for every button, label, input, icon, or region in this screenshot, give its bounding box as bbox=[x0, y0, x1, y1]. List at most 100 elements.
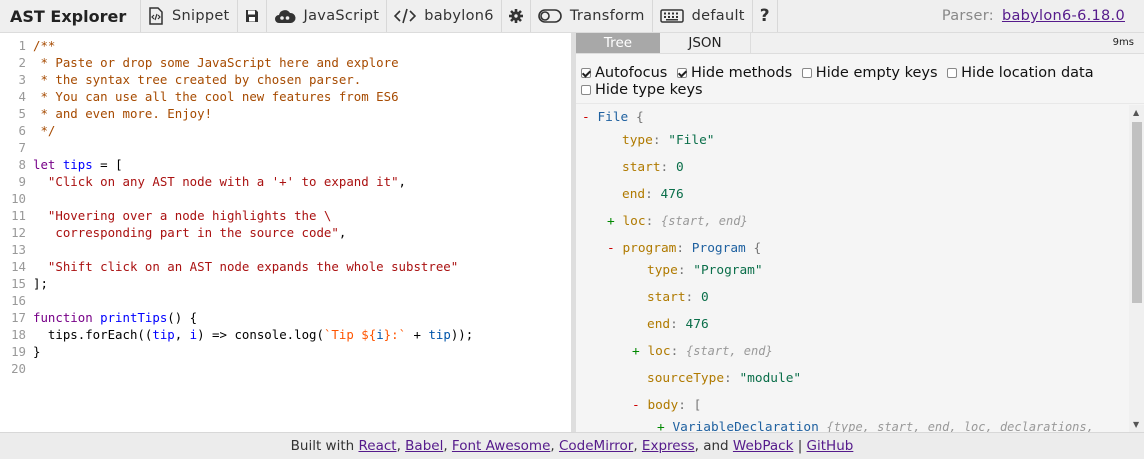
code-token: "Click on any AST node with a '+' to exp… bbox=[47, 174, 399, 189]
code-token: * Paste or drop some JavaScript here and… bbox=[33, 55, 399, 70]
tree-node[interactable]: + loc: {start, end} bbox=[607, 213, 748, 230]
checkbox[interactable] bbox=[581, 68, 591, 78]
collapse-icon[interactable]: - bbox=[632, 398, 640, 413]
footer-link-codemirror[interactable]: CodeMirror bbox=[559, 438, 633, 454]
tree-node[interactable]: sourceType: "module" bbox=[647, 370, 801, 387]
scroll-up-arrow-icon[interactable]: ▲ bbox=[1133, 108, 1139, 117]
code-line[interactable]: 6 */ bbox=[0, 122, 56, 139]
code-editor[interactable]: 1/** 2 * Paste or drop some JavaScript he… bbox=[0, 33, 571, 432]
tree-token: {type, start, end, loc, declarations, bbox=[826, 420, 1102, 432]
snippet-button[interactable]: Snippet bbox=[141, 0, 238, 32]
footer-link-express[interactable]: Express bbox=[642, 438, 695, 454]
scroll-thumb[interactable] bbox=[1132, 122, 1142, 303]
tree-node[interactable]: end: 476 bbox=[647, 316, 709, 333]
code-line[interactable]: 5 * and even more. Enjoy! bbox=[0, 105, 213, 122]
tab-json[interactable]: JSON bbox=[660, 33, 751, 53]
parse-time: 9ms bbox=[1112, 37, 1134, 48]
option-autofocus[interactable]: Autofocus bbox=[576, 65, 667, 81]
tree-node[interactable]: + VariableDeclaration {type, start, end,… bbox=[657, 419, 1101, 432]
tree-token: start bbox=[647, 290, 686, 305]
tree-node[interactable]: type: "Program" bbox=[647, 262, 763, 279]
option-label: Hide location data bbox=[961, 65, 1094, 81]
tree-node[interactable]: start: 0 bbox=[622, 159, 684, 176]
code-line[interactable]: 19} bbox=[0, 343, 40, 360]
code-line[interactable]: 9 "Click on any AST node with a '+' to e… bbox=[0, 173, 406, 190]
app-title: AST Explorer bbox=[0, 0, 141, 32]
line-number: 8 bbox=[18, 157, 26, 172]
collapse-icon[interactable]: - bbox=[582, 110, 590, 125]
code-line[interactable]: 11 "Hovering over a node highlights the … bbox=[0, 207, 331, 224]
language-button[interactable]: JavaScript bbox=[267, 0, 388, 32]
code-line[interactable]: 8 let tips = [ bbox=[0, 156, 123, 173]
checkbox[interactable] bbox=[947, 68, 958, 78]
keyboard-icon bbox=[659, 9, 684, 23]
collapse-icon[interactable]: - bbox=[607, 241, 615, 256]
tab-tree[interactable]: Tree bbox=[576, 33, 660, 53]
code-token: let bbox=[33, 157, 63, 172]
tree-token: {start, end} bbox=[685, 344, 773, 358]
footer-link-github[interactable]: GitHub bbox=[807, 438, 854, 454]
line-number: 11 bbox=[11, 208, 26, 223]
transform-button[interactable]: Transform bbox=[531, 0, 653, 32]
help-button[interactable]: ? bbox=[753, 0, 778, 32]
expand-icon[interactable]: + bbox=[657, 420, 665, 432]
parser-version-link[interactable]: babylon6-6.18.0 bbox=[1002, 8, 1125, 24]
code-token: * You can use all the cool new features … bbox=[33, 89, 399, 104]
expand-icon[interactable]: + bbox=[607, 214, 615, 229]
tree-node[interactable]: type: "File" bbox=[622, 132, 714, 149]
footer-link-font-awesome[interactable]: Font Awesome bbox=[452, 438, 550, 454]
scroll-down-arrow-icon[interactable]: ▼ bbox=[1133, 420, 1139, 429]
code-line[interactable]: 15]; bbox=[0, 275, 48, 292]
checkbox[interactable] bbox=[801, 68, 812, 78]
code-line[interactable]: 20 bbox=[0, 360, 33, 377]
code-line[interactable]: 17 function printTips() { bbox=[0, 309, 197, 326]
tree-node[interactable]: - body: [ bbox=[632, 397, 701, 414]
code-token: "Hovering over a node highlights the \ bbox=[47, 208, 332, 223]
code-line[interactable]: 13 bbox=[0, 241, 33, 258]
code-line[interactable]: 10 bbox=[0, 190, 33, 207]
code-line[interactable]: 12 corresponding part in the source code… bbox=[0, 224, 346, 241]
tree-node[interactable]: end: 476 bbox=[622, 186, 684, 203]
code-line[interactable]: 2 * Paste or drop some JavaScript here a… bbox=[0, 54, 399, 71]
tree-node[interactable]: + loc: {start, end} bbox=[632, 343, 773, 360]
tree-token: : [ bbox=[678, 398, 702, 413]
code-token: /** bbox=[33, 38, 56, 53]
tree-scrollbar[interactable]: ▲ ▼ bbox=[1129, 105, 1144, 432]
gear-icon bbox=[508, 9, 523, 23]
keymap-button[interactable]: default bbox=[653, 0, 753, 32]
footer-link-react[interactable]: React bbox=[358, 438, 396, 454]
footer-separator: | bbox=[793, 438, 807, 454]
parser-settings-button[interactable] bbox=[502, 0, 531, 32]
code-token: tip bbox=[428, 327, 451, 342]
option-hide-empty-keys[interactable]: Hide empty keys bbox=[797, 65, 938, 81]
code-token: = [ bbox=[92, 157, 123, 172]
option-hide-type-keys[interactable]: Hide type keys bbox=[576, 82, 703, 98]
code-line[interactable]: 3 * the syntax tree created by chosen pa… bbox=[0, 71, 362, 88]
code-line[interactable]: 4 * You can use all the cool new feature… bbox=[0, 88, 399, 105]
code-token: tip bbox=[152, 327, 175, 342]
tree-token: : bbox=[670, 344, 686, 359]
code-line[interactable]: 16 bbox=[0, 292, 33, 309]
code-line[interactable]: 14 "Shift click on an AST node expands t… bbox=[0, 258, 458, 275]
checkbox[interactable] bbox=[581, 85, 591, 95]
code-line[interactable]: 1 /** bbox=[0, 37, 56, 54]
tree-node[interactable]: - File { bbox=[582, 109, 644, 126]
code-icon bbox=[394, 8, 417, 24]
toolbar: AST Explorer Snippet JavaScript babylon6 bbox=[0, 0, 1144, 33]
tree-token: VariableDeclaration bbox=[672, 420, 819, 432]
code-line[interactable]: 18 tips.forEach((tip, i) => console.log(… bbox=[0, 326, 473, 343]
save-button[interactable] bbox=[238, 0, 267, 32]
expand-icon[interactable]: + bbox=[632, 344, 640, 359]
footer-link-webpack[interactable]: WebPack bbox=[733, 438, 793, 454]
tree-node[interactable]: start: 0 bbox=[647, 289, 709, 306]
line-number: 17 bbox=[11, 310, 26, 325]
code-token: + bbox=[406, 327, 429, 342]
option-hide-methods[interactable]: Hide methods bbox=[672, 65, 792, 81]
footer-link-babel[interactable]: Babel bbox=[405, 438, 443, 454]
code-line[interactable]: 7 bbox=[0, 139, 33, 156]
option-hide-location-data[interactable]: Hide location data bbox=[942, 65, 1094, 81]
tree-node[interactable]: - program: Program { bbox=[607, 240, 761, 257]
checkbox[interactable] bbox=[676, 68, 687, 78]
parser-button[interactable]: babylon6 bbox=[387, 0, 502, 32]
